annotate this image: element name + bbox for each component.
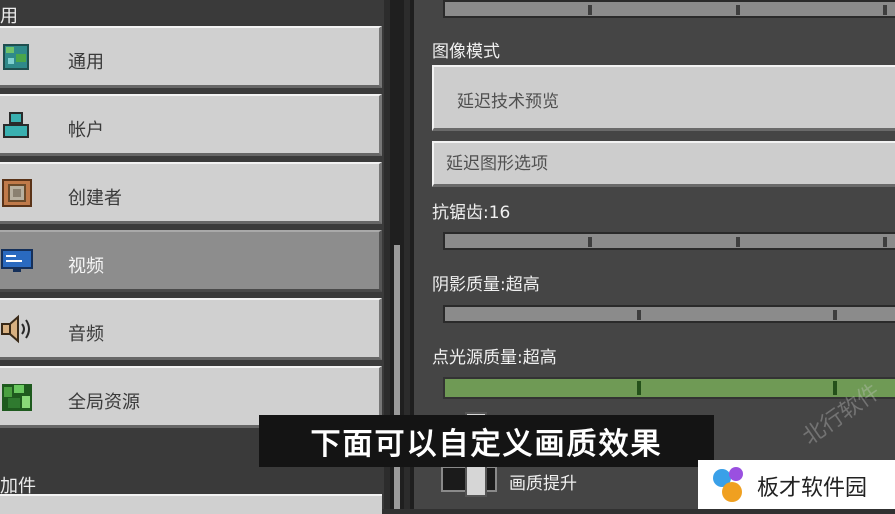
speaker-icon (1, 314, 30, 344)
sidebar-item-label: 帐户 (68, 120, 104, 141)
watermark-text: 板才软件园 (757, 476, 868, 501)
deferred-graphics-options-button[interactable]: 延迟图形选项 (432, 141, 895, 187)
sidebar-item-label: 创建者 (68, 188, 122, 209)
globe-icon (3, 44, 29, 70)
sidebar-item-video[interactable]: 视频 (0, 230, 382, 292)
graphics-mode-dropdown[interactable]: 延迟技术预览 (432, 65, 895, 131)
monitor-icon (1, 249, 33, 272)
slider-tick (588, 237, 592, 247)
creator-icon (2, 179, 32, 207)
antialias-slider[interactable] (443, 232, 895, 250)
section-general-heading: 用 (0, 6, 18, 27)
account-icon (3, 112, 29, 138)
watermark-logo-icon (713, 467, 743, 502)
addons-item[interactable] (0, 494, 382, 514)
sidebar-item-account[interactable]: 帐户 (0, 94, 382, 156)
top-slider[interactable] (443, 0, 895, 18)
video-subtitle: 下面可以自定义画质效果 (259, 415, 714, 467)
slider-tick (833, 310, 837, 320)
slider-tick (637, 310, 641, 320)
slider-tick (736, 5, 740, 15)
slider-tick (833, 381, 837, 395)
slider-tick (883, 5, 887, 15)
sidebar-item-label: 视频 (68, 256, 104, 277)
sidebar-item-label: 通用 (68, 52, 104, 73)
antialias-label: 抗锯齿:16 (432, 203, 511, 223)
upscaling-toggle[interactable] (441, 463, 497, 497)
slider-tick (736, 237, 740, 247)
shadow-quality-label: 阴影质量:超高 (432, 275, 540, 295)
graphics-mode-label: 图像模式 (432, 42, 500, 62)
upscaling-label: 画质提升 (509, 474, 577, 494)
shadow-quality-slider[interactable] (443, 305, 895, 323)
slider-tick (883, 237, 887, 247)
sidebar-item-general[interactable]: 通用 (0, 26, 382, 88)
sidebar-item-label: 全局资源 (68, 392, 140, 413)
slider-tick (588, 5, 592, 15)
graphics-mode-value: 延迟技术预览 (457, 92, 559, 112)
sidebar-item-creator[interactable]: 创建者 (0, 162, 382, 224)
point-light-quality-slider[interactable] (443, 377, 895, 399)
toggle-knob (465, 463, 487, 497)
point-light-quality-label: 点光源质量:超高 (432, 348, 557, 368)
sidebar-item-label: 音频 (68, 324, 104, 345)
slider-tick (637, 381, 641, 395)
resource-pack-icon (2, 384, 32, 411)
deferred-options-label: 延迟图形选项 (446, 154, 548, 174)
sidebar-item-audio[interactable]: 音频 (0, 298, 382, 360)
sidebar-scroll-thumb[interactable] (394, 245, 400, 509)
